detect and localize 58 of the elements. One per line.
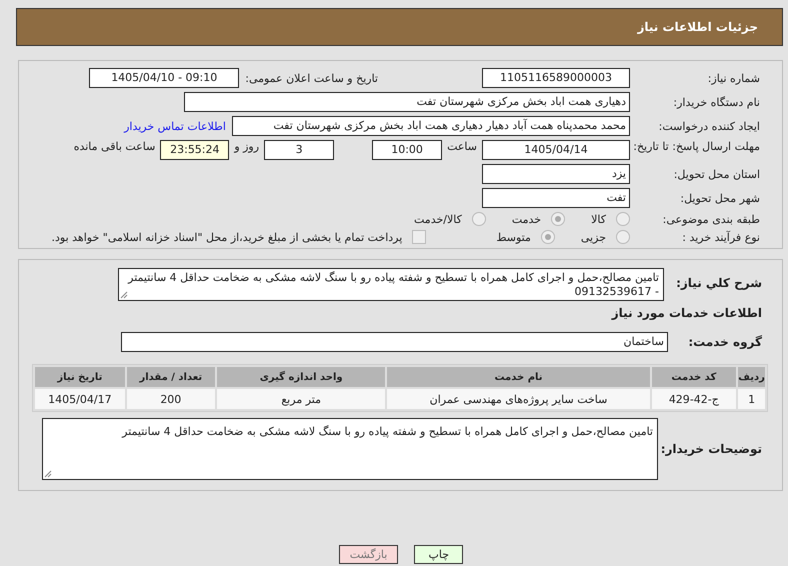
field-label: تاریخ و ساعت اعلان عمومی: — [245, 72, 378, 84]
service-group-field: ساختمان — [121, 332, 668, 352]
buyer-org-field: دهیاری همت اباد بخش مرکزی شهرستان تفت — [184, 92, 630, 112]
radio-button[interactable] — [551, 212, 566, 226]
description-field[interactable]: تامین مصالح،حمل و اجرای کامل همراه با تسطیح و شفته پیاده رو با سنگ لاشه مشکی به ضخامت حداقل 4 سانتیمتر - 09132539617 — [118, 268, 664, 301]
section-heading: اطلاعات خدمات مورد نیاز — [610, 306, 762, 320]
contact-link[interactable]: اطلاعات تماس خریدار — [124, 120, 226, 132]
province-field: یزد — [482, 164, 630, 184]
column-header: تاریخ نیاز — [35, 367, 125, 387]
column-header: تعداد / مقدار — [126, 367, 215, 387]
table-cell: 200 — [126, 389, 215, 409]
print-button[interactable]: چاپ — [414, 545, 464, 564]
table-cell: ساخت سایر پروژه‌های مهندسی عمران — [387, 389, 650, 409]
field-label: ساعت باقی مانده — [74, 140, 156, 153]
radio-button[interactable] — [472, 212, 486, 226]
days-field: 3 — [264, 140, 334, 160]
resize-grip-icon[interactable] — [44, 470, 52, 478]
requester-field: محمد محمدپناه همت آباد دهیار دهیاری همت اباد بخش مرکزی شهرستان تفت — [232, 116, 630, 136]
checkbox-label: پرداخت تمام یا بخشی از مبلغ خرید،از محل "اسناد خزانه اسلامی" خواهد بود. — [52, 230, 402, 244]
field-label: ایجاد کننده درخواست: — [658, 120, 761, 132]
deadline-date-field: 1405/04/14 — [482, 140, 630, 160]
column-header: نام خدمت — [387, 367, 650, 387]
table-cell: متر مربع — [216, 389, 386, 409]
field-label: شرح کلي نياز: — [675, 275, 762, 290]
field-label: شماره نیاز: — [706, 72, 761, 84]
radio-button[interactable] — [616, 212, 630, 226]
field-label: توضیحات خریدار: — [660, 442, 762, 456]
column-header: ردیف — [738, 367, 765, 387]
field-label: مهلت ارسال پاسخ: تا تاریخ: — [632, 140, 761, 154]
announce-date-field: 1405/04/10 - 09:10 — [89, 68, 240, 88]
city-field: تفت — [482, 188, 630, 208]
field-label: طبقه بندی موضوعی: — [662, 212, 761, 226]
table-cell: 1 — [738, 389, 765, 409]
option-label: متوسط — [496, 230, 531, 244]
field-label: ساعت — [447, 140, 477, 153]
option-label: جزیی — [580, 230, 606, 244]
option-label: خدمت — [512, 212, 542, 226]
page-title: جزئیات اطلاعات نیاز — [637, 20, 758, 34]
deadline-time-field: 10:00 — [372, 140, 442, 160]
field-label: شهر محل تحویل: — [679, 192, 761, 204]
remaining-time-field: 23:55:24 — [160, 140, 230, 160]
radio-button[interactable] — [616, 230, 630, 244]
option-label: کالا — [591, 212, 606, 226]
resize-grip-icon[interactable] — [120, 291, 128, 299]
option-label: کالا/خدمت — [414, 212, 462, 226]
checkbox[interactable] — [412, 230, 426, 244]
field-label: نام دستگاه خریدار: — [672, 96, 761, 108]
buyer-notes-field[interactable]: تامین مصالح،حمل و اجرای کامل همراه با تسطیح و شفته پیاده رو با سنگ لاشه مشکی به ضخامت حداقل 4 سانتیمتر — [42, 418, 658, 480]
column-header: واحد اندازه گیری — [216, 367, 386, 387]
field-label: روز و — [234, 140, 260, 153]
column-header: کد خدمت — [652, 367, 736, 387]
field-label: استان محل تحویل: — [672, 168, 761, 180]
field-label: گروه خدمت: — [687, 335, 762, 349]
table-cell: 1405/04/17 — [35, 389, 125, 409]
table-cell: ج-42-429 — [652, 389, 736, 409]
need-number-field: 1105116589000003 — [482, 68, 630, 88]
field-label: نوع فرآیند خرید : — [681, 230, 761, 244]
radio-button[interactable] — [540, 230, 555, 244]
